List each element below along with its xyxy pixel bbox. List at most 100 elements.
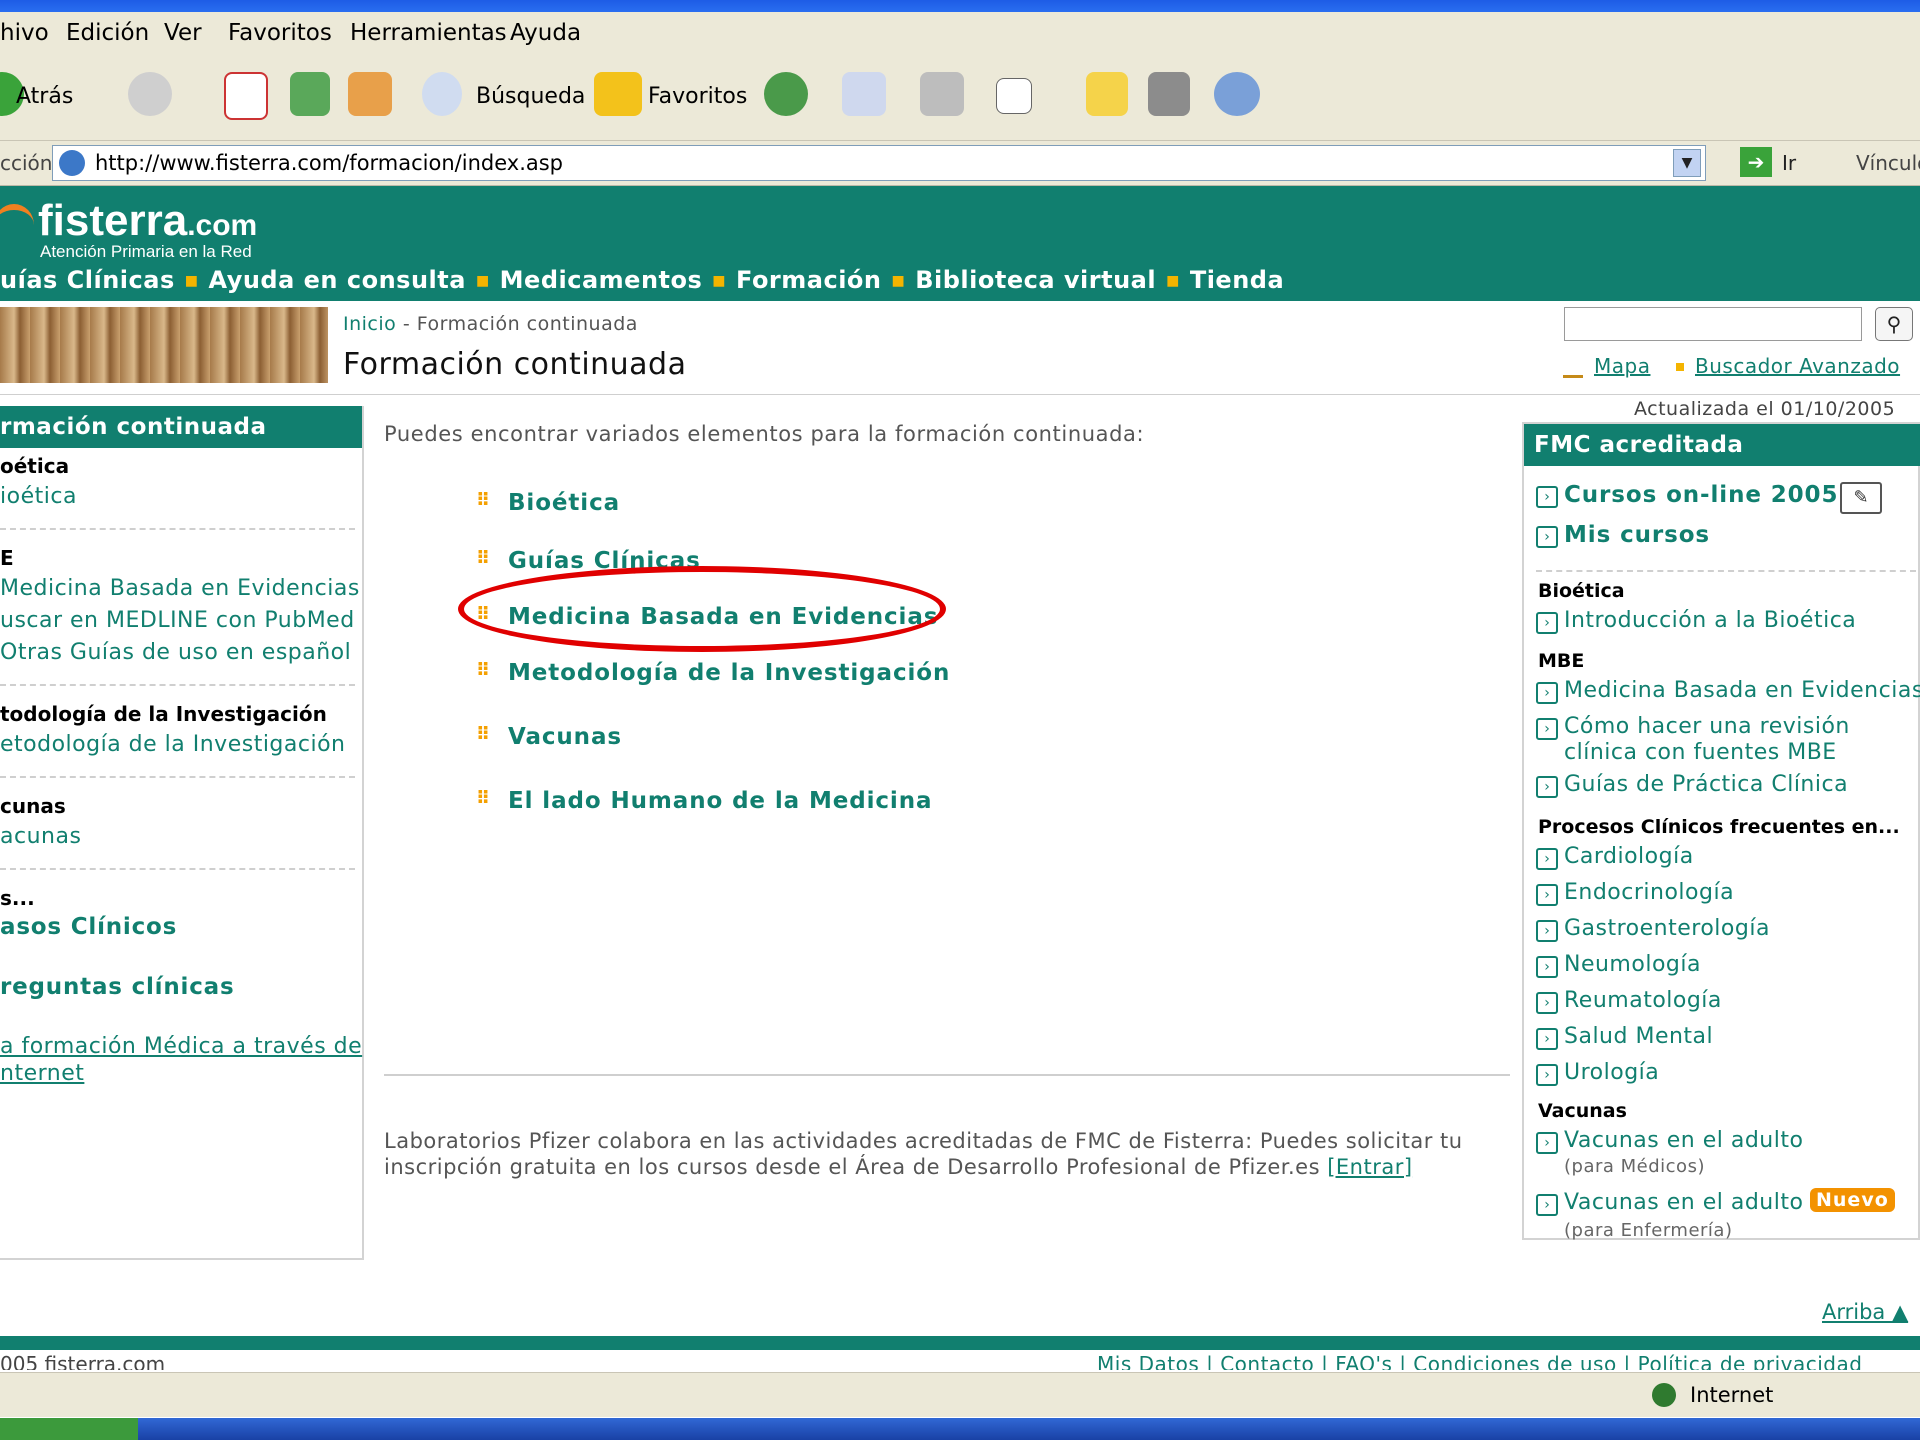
arrow-box-icon: › — [1536, 1132, 1558, 1154]
red-highlight-ellipse — [458, 566, 946, 652]
address-url[interactable]: http://www.fisterra.com/formacion/index.… — [95, 151, 563, 175]
divider — [0, 528, 355, 530]
banner-image — [0, 307, 328, 383]
nav-tienda[interactable]: Tienda — [1190, 266, 1284, 294]
main-link-vacunas[interactable]: Vacunas — [508, 724, 622, 750]
menu-archivo[interactable]: hivo — [0, 20, 49, 46]
divider — [0, 684, 355, 686]
nav-ayuda-consulta[interactable]: Ayuda en consulta — [208, 266, 465, 294]
messenger-icon[interactable] — [1214, 72, 1260, 116]
mail-icon[interactable] — [842, 72, 886, 116]
pfizer-entrar-link[interactable]: [Entrar] — [1327, 1155, 1412, 1179]
breadcrumb-current: Formación continuada — [416, 313, 638, 335]
menu-ver[interactable]: Ver — [164, 20, 202, 46]
favorites-star-icon[interactable] — [594, 72, 642, 116]
left-link-medline[interactable]: uscar en MEDLINE con PubMed — [0, 608, 355, 633]
refresh-icon[interactable] — [290, 72, 330, 116]
intro-text: Puedes encontrar variados elementos para… — [384, 422, 1145, 446]
right-link-intro-bioetica[interactable]: Introducción a la Bioética — [1564, 608, 1856, 633]
right-section-vacunas: Vacunas — [1538, 1100, 1627, 1122]
mis-cursos-link[interactable]: Mis cursos — [1564, 522, 1710, 548]
right-link-vacunas-enfermeria[interactable]: Vacunas en el adulto — [1564, 1190, 1803, 1215]
page-ie-icon — [59, 150, 85, 176]
site-search-button[interactable]: ⚲ — [1875, 307, 1913, 341]
left-link-mbe[interactable]: Medicina Basada en Evidencias — [0, 576, 360, 601]
main-link-bioetica[interactable]: Bioética — [508, 490, 620, 516]
favorites-button-label[interactable]: Favoritos — [648, 84, 747, 109]
main-link-lado-humano[interactable]: El lado Humano de la Medicina — [508, 788, 932, 814]
nav-separator: ■ — [1166, 273, 1180, 289]
left-link-formacion-internet[interactable]: a formación Médica a través de — [0, 1034, 362, 1059]
right-link-revision[interactable]: Cómo hacer una revisión — [1564, 714, 1850, 739]
main-link-metodologia[interactable]: Metodología de la Investigación — [508, 660, 950, 686]
right-link-gastroenterologia[interactable]: Gastroenterología — [1564, 916, 1770, 941]
history-icon[interactable] — [764, 72, 808, 116]
nav-formacion[interactable]: Formación — [736, 266, 881, 294]
back-button-label[interactable]: Atrás — [16, 84, 73, 109]
fmc-heading: FMC acreditada — [1524, 424, 1920, 466]
address-input[interactable]: http://www.fisterra.com/formacion/index.… — [52, 145, 1706, 181]
updated-date: Actualizada el 01/10/2005 — [1634, 398, 1896, 420]
nav-guias-clinicas[interactable]: uías Clínicas — [0, 266, 175, 294]
right-link-urologia[interactable]: Urología — [1564, 1060, 1659, 1085]
word-edit-icon[interactable] — [996, 78, 1032, 114]
nav-separator: ■ — [712, 273, 727, 289]
address-dropdown-icon[interactable]: ▼ — [1673, 149, 1701, 177]
menu-favoritos[interactable]: Favoritos — [228, 20, 332, 46]
internet-globe-icon — [1652, 1383, 1676, 1407]
menu-ayuda[interactable]: Ayuda — [510, 20, 581, 46]
research-icon[interactable] — [1148, 72, 1190, 116]
buscador-avanzado-link[interactable]: Buscador Avanzado — [1695, 354, 1900, 378]
top-navigation: uías Clínicas ■ Ayuda en consulta ■ Medicame… — [0, 266, 1284, 294]
menu-edicion[interactable]: Edición — [66, 20, 149, 46]
bullet-icon: ⠿ — [476, 660, 491, 681]
nav-biblioteca-virtual[interactable]: Biblioteca virtual — [915, 266, 1156, 294]
right-link-vacunas-medicos[interactable]: Vacunas en el adulto — [1564, 1128, 1803, 1153]
left-link-formacion-internet-cont[interactable]: nternet — [0, 1061, 84, 1086]
start-button[interactable] — [0, 1418, 138, 1440]
arriba-link[interactable]: Arriba ▲ — [1822, 1300, 1908, 1324]
left-link-casos-clinicos[interactable]: asos Clínicos — [0, 914, 177, 940]
page-banner: Inicio - Formación continuada Formación … — [0, 301, 1920, 395]
cursos-online-link[interactable]: Cursos on-line 2005 — [1564, 482, 1838, 508]
forward-arrow-icon[interactable] — [128, 72, 172, 116]
right-link-mbe[interactable]: Medicina Basada en Evidencias — [1564, 678, 1920, 703]
right-link-endocrinologia[interactable]: Endocrinología — [1564, 880, 1734, 905]
nav-separator: ■ — [184, 273, 199, 289]
left-link-otras-guias[interactable]: Otras Guías de uso en español — [0, 640, 351, 665]
go-button-label[interactable]: Ir — [1782, 151, 1796, 175]
site-logo[interactable]: fisterra.com — [38, 196, 257, 246]
nav-medicamentos[interactable]: Medicamentos — [500, 266, 703, 294]
right-link-reumatologia[interactable]: Reumatología — [1564, 988, 1722, 1013]
right-link-guias-practica[interactable]: Guías de Práctica Clínica — [1564, 772, 1848, 797]
print-icon[interactable] — [920, 72, 964, 116]
links-label[interactable]: Vínculo — [1856, 151, 1920, 175]
right-link-neumologia[interactable]: Neumología — [1564, 952, 1701, 977]
search-button-label[interactable]: Búsqueda — [476, 84, 585, 109]
left-link-preguntas-clinicas[interactable]: reguntas clínicas — [0, 974, 234, 1000]
mapa-link[interactable]: Mapa — [1594, 354, 1650, 378]
arrow-box-icon: › — [1536, 848, 1558, 870]
breadcrumb-home[interactable]: Inicio — [343, 313, 396, 335]
footer-links[interactable]: Mis Datos | Contacto | FAQ's | Condicion… — [1097, 1352, 1862, 1370]
left-link-metodologia[interactable]: etodología de la Investigación — [0, 732, 346, 757]
right-link-cardiologia[interactable]: Cardiología — [1564, 844, 1694, 869]
go-arrow-icon[interactable]: ➔ — [1740, 147, 1772, 177]
site-search-input[interactable] — [1564, 307, 1862, 341]
sitemap-icon — [1563, 357, 1583, 378]
stop-icon[interactable] — [224, 72, 268, 120]
right-link-salud-mental[interactable]: Salud Mental — [1564, 1024, 1713, 1049]
right-section-mbe: MBE — [1538, 650, 1585, 672]
nuevo-badge: Nuevo — [1810, 1188, 1895, 1212]
notes-icon[interactable] — [1086, 72, 1128, 116]
right-section-procesos: Procesos Clínicos frecuentes en... — [1538, 816, 1900, 838]
home-icon[interactable] — [348, 72, 392, 116]
search-icon[interactable] — [422, 72, 462, 116]
menu-herramientas[interactable]: Herramientas — [350, 20, 507, 46]
left-link-vacunas[interactable]: acunas — [0, 824, 81, 849]
copyright: 005 fisterra.com — [0, 1352, 166, 1370]
bullet-icon — [1676, 363, 1684, 371]
left-link-bioetica[interactable]: ioética — [0, 484, 77, 509]
edit-form-icon[interactable]: ✎ — [1840, 482, 1882, 514]
right-link-revision-cont[interactable]: clínica con fuentes MBE — [1564, 740, 1837, 765]
